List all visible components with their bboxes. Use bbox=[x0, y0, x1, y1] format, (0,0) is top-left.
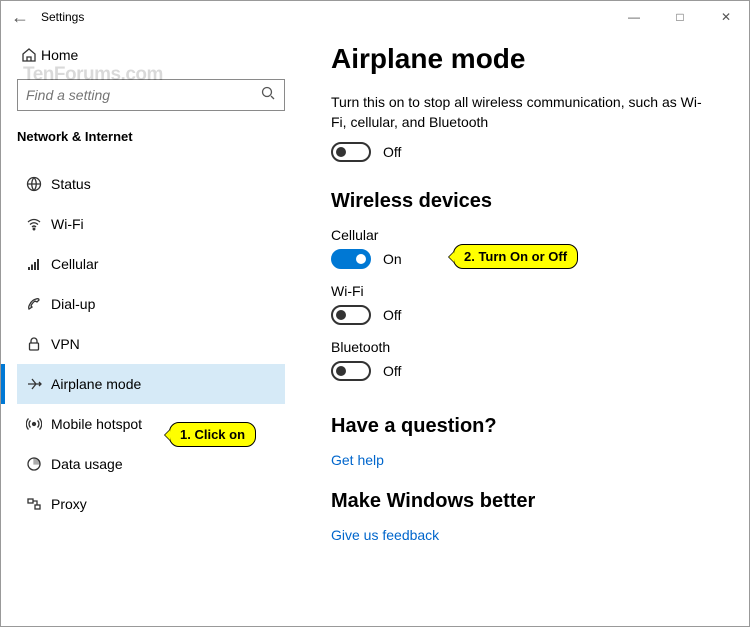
search-icon bbox=[260, 85, 276, 106]
proxy-icon bbox=[17, 496, 51, 512]
get-help-link[interactable]: Get help bbox=[331, 452, 384, 468]
cellular-icon bbox=[17, 256, 51, 272]
airplane-mode-state: Off bbox=[383, 144, 401, 160]
sidebar-item-label: Cellular bbox=[51, 256, 98, 272]
home-button[interactable]: Home bbox=[17, 39, 285, 71]
home-icon bbox=[17, 47, 41, 63]
close-button[interactable]: ✕ bbox=[703, 1, 749, 33]
wireless-devices-heading: Wireless devices bbox=[331, 190, 719, 213]
feedback-link[interactable]: Give us feedback bbox=[331, 527, 439, 543]
maximize-button[interactable]: □ bbox=[657, 1, 703, 33]
hotspot-icon bbox=[17, 416, 51, 432]
cellular-label: Cellular bbox=[331, 227, 719, 243]
vpn-icon bbox=[17, 336, 51, 352]
sidebar-item-label: Data usage bbox=[51, 456, 123, 472]
bluetooth-state: Off bbox=[383, 363, 401, 379]
wifi-toggle[interactable] bbox=[331, 305, 371, 325]
wifi-icon bbox=[17, 216, 51, 232]
sidebar-item-vpn[interactable]: VPN bbox=[17, 324, 285, 364]
sidebar-item-data-usage[interactable]: Data usage bbox=[17, 444, 285, 484]
sidebar-item-label: Status bbox=[51, 176, 91, 192]
page-title: Airplane mode bbox=[331, 43, 719, 75]
annotation-step2: 2. Turn On or Off bbox=[453, 244, 578, 269]
sidebar-item-cellular[interactable]: Cellular bbox=[17, 244, 285, 284]
sidebar-item-wifi[interactable]: Wi-Fi bbox=[17, 204, 285, 244]
sidebar-item-label: Dial-up bbox=[51, 296, 95, 312]
window-title: Settings bbox=[41, 10, 84, 24]
sidebar-item-label: VPN bbox=[51, 336, 80, 352]
annotation-step1: 1. Click on bbox=[169, 422, 256, 447]
section-title: Network & Internet bbox=[17, 129, 285, 144]
home-label: Home bbox=[41, 47, 78, 63]
bluetooth-toggle[interactable] bbox=[331, 361, 371, 381]
sidebar-item-label: Wi-Fi bbox=[51, 216, 84, 232]
bluetooth-label: Bluetooth bbox=[331, 339, 719, 355]
sidebar-item-dialup[interactable]: Dial-up bbox=[17, 284, 285, 324]
wifi-state: Off bbox=[383, 307, 401, 323]
cellular-toggle[interactable] bbox=[331, 249, 371, 269]
airplane-icon bbox=[17, 376, 51, 392]
sidebar-item-label: Mobile hotspot bbox=[51, 416, 142, 432]
back-button[interactable]: ← bbox=[11, 7, 41, 28]
data-usage-icon bbox=[17, 456, 51, 472]
sidebar-item-label: Proxy bbox=[51, 496, 87, 512]
sidebar-item-proxy[interactable]: Proxy bbox=[17, 484, 285, 524]
wifi-label: Wi-Fi bbox=[331, 283, 719, 299]
page-description: Turn this on to stop all wireless commun… bbox=[331, 93, 711, 132]
question-heading: Have a question? bbox=[331, 415, 719, 438]
feedback-heading: Make Windows better bbox=[331, 490, 719, 513]
dialup-icon bbox=[17, 296, 51, 312]
search-field[interactable] bbox=[26, 87, 260, 103]
sidebar-item-airplane-mode[interactable]: Airplane mode bbox=[17, 364, 285, 404]
status-icon bbox=[17, 176, 51, 192]
sidebar-item-status[interactable]: Status bbox=[17, 164, 285, 204]
minimize-button[interactable]: — bbox=[611, 1, 657, 33]
cellular-state: On bbox=[383, 251, 402, 267]
sidebar-item-label: Airplane mode bbox=[51, 376, 141, 392]
airplane-mode-toggle[interactable] bbox=[331, 142, 371, 162]
